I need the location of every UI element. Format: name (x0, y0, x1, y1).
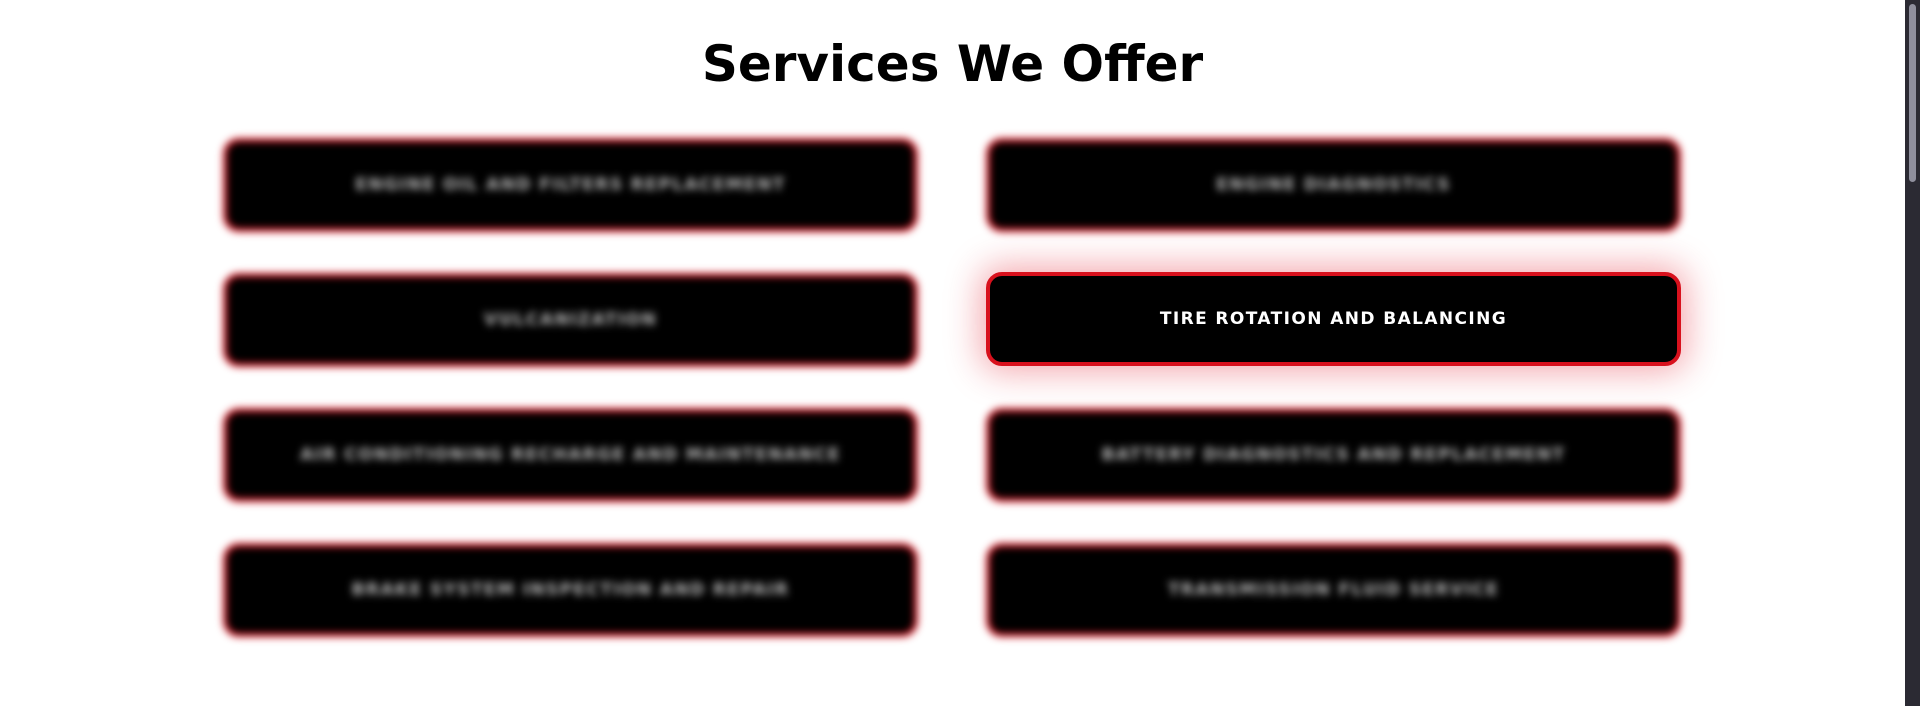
service-card-brake-system[interactable]: BRAKE SYSTEM INSPECTION AND REPAIR (223, 543, 918, 637)
service-card-label: AIR CONDITIONING RECHARGE AND MAINTENANC… (300, 445, 841, 465)
service-card-label: VULCANIZATION (484, 310, 657, 330)
service-card-tire-rotation[interactable]: TIRE ROTATION AND BALANCING (986, 272, 1681, 366)
service-card-air-conditioning[interactable]: AIR CONDITIONING RECHARGE AND MAINTENANC… (223, 408, 918, 502)
service-card-label: ENGINE OIL AND FILTERS REPLACEMENT (355, 175, 786, 195)
service-card-label: TIRE ROTATION AND BALANCING (1159, 309, 1508, 329)
service-card-engine-oil[interactable]: ENGINE OIL AND FILTERS REPLACEMENT (223, 138, 918, 232)
service-card-vulcanization[interactable]: VULCANIZATION (223, 273, 918, 367)
service-card-label: BATTERY DIAGNOSTICS AND REPLACEMENT (1101, 445, 1566, 465)
service-card-transmission[interactable]: TRANSMISSION FLUID SERVICE (986, 543, 1681, 637)
service-card-engine-diagnostics[interactable]: ENGINE DIAGNOSTICS (986, 138, 1681, 232)
section-title: Services We Offer (701, 35, 1204, 93)
services-page: Services We Offer ENGINE OIL AND FILTERS… (0, 0, 1905, 706)
service-card-battery[interactable]: BATTERY DIAGNOSTICS AND REPLACEMENT (986, 408, 1681, 502)
service-card-label: BRAKE SYSTEM INSPECTION AND REPAIR (351, 580, 790, 600)
service-card-label: ENGINE DIAGNOSTICS (1216, 175, 1451, 195)
scrollbar-thumb[interactable] (1909, 4, 1916, 182)
service-card-label: TRANSMISSION FLUID SERVICE (1167, 580, 1500, 600)
vertical-scrollbar[interactable] (1905, 0, 1920, 706)
